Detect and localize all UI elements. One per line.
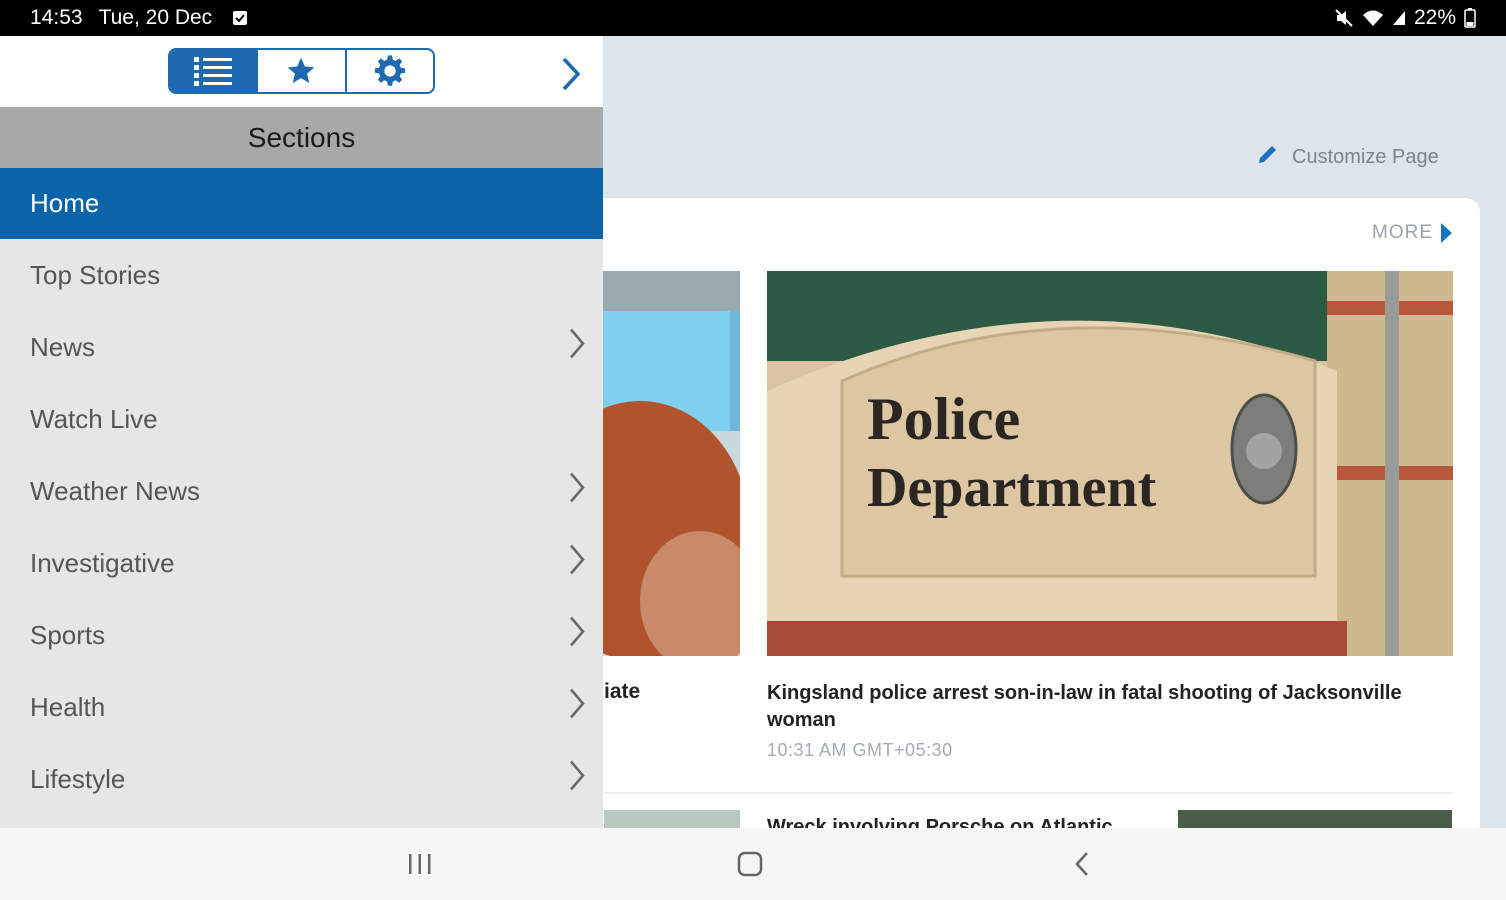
signal-icon <box>1392 10 1406 26</box>
gear-icon <box>374 55 405 86</box>
status-time: 14:53 <box>30 6 83 29</box>
story-headline-left[interactable]: iate <box>604 680 640 704</box>
sidebar-item-home[interactable]: Home <box>0 168 603 239</box>
chevron-right-icon[interactable] <box>569 616 585 655</box>
tab-sections-list[interactable] <box>170 50 259 92</box>
customize-page-button[interactable]: Customize Page <box>1256 142 1439 172</box>
pencil-icon <box>1256 142 1280 172</box>
sidebar-item-health[interactable]: Health <box>0 671 603 743</box>
sidebar-item-label: Weather News <box>30 475 201 506</box>
wifi-icon <box>1362 9 1384 27</box>
drawer-collapse-button[interactable] <box>556 56 586 92</box>
story-thumbnail-second-left[interactable] <box>604 810 740 828</box>
drawer-tab-switcher <box>168 48 435 94</box>
tab-settings[interactable] <box>347 50 433 92</box>
sidebar-item-label: Top Stories <box>30 259 161 290</box>
second-story-headline[interactable]: Wreck involving Porsche on Atlantic <box>767 815 1167 828</box>
sidebar-item-label: News <box>30 331 96 362</box>
sections-header: Sections <box>0 107 603 168</box>
story-thumbnail-second-right[interactable] <box>1178 810 1452 828</box>
sidebar-item-top-stories[interactable]: Top Stories <box>0 239 603 311</box>
back-button[interactable] <box>1062 846 1102 882</box>
chevron-right-icon[interactable] <box>569 472 585 511</box>
featured-story-image[interactable]: Police Department <box>767 271 1453 656</box>
story-divider <box>604 792 1452 794</box>
more-arrow-icon <box>1441 223 1452 243</box>
more-label: MORE <box>1372 222 1433 243</box>
featured-story-timestamp: 10:31 AM GMT+05:30 <box>767 740 953 760</box>
navigation-drawer: Sections Home Top Stories News Watch Live We… <box>0 36 603 828</box>
sign-text-police: Police <box>867 386 1020 452</box>
drawer-toolbar <box>0 36 603 107</box>
sidebar-item-label: Home <box>30 188 100 218</box>
notification-icon <box>232 10 248 26</box>
sidebar-item-sports[interactable]: Sports <box>0 599 603 671</box>
recent-apps-icon <box>409 854 431 874</box>
list-icon <box>194 57 233 86</box>
sidebar-item-watch-live[interactable]: Watch Live <box>0 383 603 455</box>
chevron-right-icon[interactable] <box>569 688 585 727</box>
sign-text-department: Department <box>867 457 1157 519</box>
chevron-right-icon[interactable] <box>569 544 585 583</box>
home-icon <box>737 851 763 877</box>
sidebar-item-investigative[interactable]: Investigative <box>0 527 603 599</box>
chevron-right-icon <box>562 57 581 91</box>
customize-page-label: Customize Page <box>1292 145 1439 168</box>
sidebar-item-label: Sports <box>30 619 106 650</box>
sidebar-item-weather-news[interactable]: Weather News <box>0 455 603 527</box>
sidebar-item-label: Watch Live <box>30 403 158 434</box>
chevron-right-icon[interactable] <box>569 328 585 367</box>
sidebar-item-label: Lifestyle <box>30 763 126 794</box>
more-link[interactable]: MORE <box>1372 222 1452 244</box>
sections-menu: Home Top Stories News Watch Live Weather New… <box>0 168 603 815</box>
status-bar: 14:53 Tue, 20 Dec 22% <box>0 0 1506 36</box>
sidebar-item-lifestyle[interactable]: Lifestyle <box>0 743 603 815</box>
featured-story-headline[interactable]: Kingsland police arrest son-in-law in fa… <box>767 680 1427 734</box>
star-icon <box>288 57 315 83</box>
chevron-right-icon[interactable] <box>569 760 585 799</box>
battery-icon <box>1464 8 1476 28</box>
battery-percent: 22% <box>1413 6 1456 29</box>
home-button[interactable] <box>730 846 770 882</box>
mute-icon <box>1334 8 1354 28</box>
sidebar-item-label: Investigative <box>30 547 175 578</box>
back-icon <box>1075 852 1088 876</box>
sidebar-item-label: Health <box>30 691 106 722</box>
recent-apps-button[interactable] <box>400 846 440 882</box>
system-nav-bar <box>0 828 1506 900</box>
sidebar-item-news[interactable]: News <box>0 311 603 383</box>
tab-favorites[interactable] <box>258 50 347 92</box>
status-date: Tue, 20 Dec <box>98 6 213 29</box>
